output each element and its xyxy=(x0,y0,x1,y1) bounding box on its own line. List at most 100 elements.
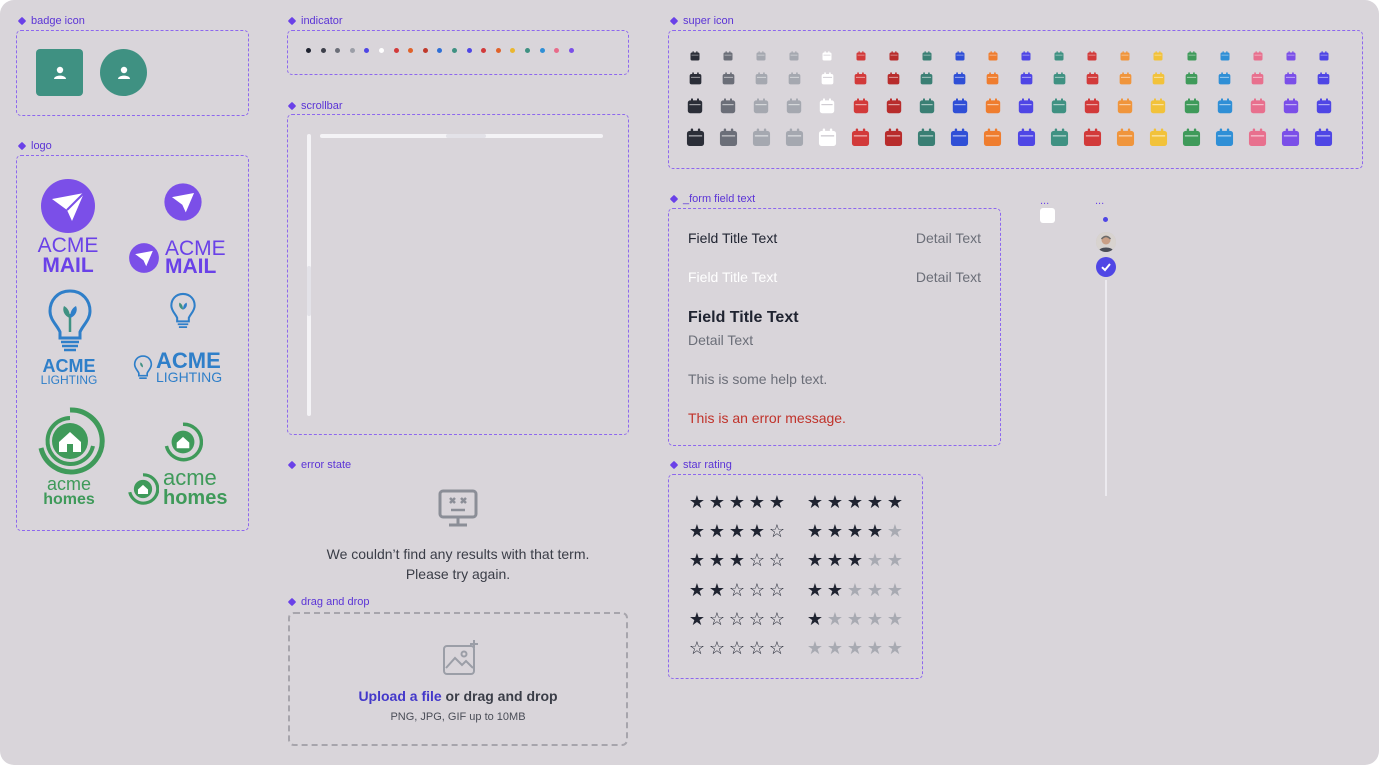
acme-homes-logo-inline-mark xyxy=(127,473,160,510)
star-filled-icon[interactable]: ★ xyxy=(688,551,706,569)
horizontal-scrollbar-thumb[interactable] xyxy=(446,134,486,138)
star-filled-icon[interactable]: ★ xyxy=(826,522,844,540)
star-outline-icon[interactable]: ☆ xyxy=(768,610,786,628)
vertical-scrollbar-track[interactable] xyxy=(307,134,311,416)
star-filled-icon[interactable]: ★ xyxy=(688,581,706,599)
vertical-scrollbar-thumb[interactable] xyxy=(307,266,311,316)
acme-mail-wordmark: ACME MAIL xyxy=(37,234,99,277)
calendar-icon xyxy=(1084,98,1100,114)
star-muted-icon[interactable]: ★ xyxy=(846,581,864,599)
star-outline-icon[interactable]: ☆ xyxy=(728,581,746,599)
badge-circle[interactable] xyxy=(100,49,147,96)
star-filled-icon[interactable]: ★ xyxy=(708,551,726,569)
star-muted-icon[interactable]: ★ xyxy=(866,610,884,628)
star-filled-icon[interactable]: ★ xyxy=(728,493,746,511)
star-filled-icon[interactable]: ★ xyxy=(806,522,824,540)
file-dropzone[interactable]: Upload a file or drag and drop PNG, JPG,… xyxy=(288,612,628,746)
star-rating-row[interactable]: ★ ★ ★ ★ ★ xyxy=(806,610,904,628)
star-filled-icon[interactable]: ★ xyxy=(688,610,706,628)
star-rating-row[interactable]: ★ ★ ★ ★ ★ xyxy=(806,522,904,540)
star-filled-icon[interactable]: ★ xyxy=(708,493,726,511)
star-outline-icon[interactable]: ☆ xyxy=(748,610,766,628)
acme-mail-logo-small xyxy=(163,182,203,222)
star-filled-icon[interactable]: ★ xyxy=(826,581,844,599)
star-filled-icon[interactable]: ★ xyxy=(846,522,864,540)
star-filled-icon[interactable]: ★ xyxy=(688,522,706,540)
star-rating-row[interactable]: ★ ★ ★ ★ ★ xyxy=(806,551,904,569)
star-filled-icon[interactable]: ★ xyxy=(748,522,766,540)
section-label-form-field-text: _form field text xyxy=(670,193,755,205)
calendar-icon xyxy=(722,72,734,85)
star-filled-icon[interactable]: ★ xyxy=(688,493,706,511)
star-filled-icon[interactable]: ★ xyxy=(806,551,824,569)
star-muted-icon[interactable]: ★ xyxy=(886,610,904,628)
avatar[interactable] xyxy=(1096,232,1116,252)
star-muted-icon[interactable]: ★ xyxy=(846,610,864,628)
star-filled-icon[interactable]: ★ xyxy=(768,493,786,511)
star-muted-icon[interactable]: ★ xyxy=(866,639,884,657)
horizontal-scrollbar-track[interactable] xyxy=(320,134,603,138)
badge-square[interactable] xyxy=(36,49,83,96)
star-filled-icon[interactable]: ★ xyxy=(866,522,884,540)
calendar-icon xyxy=(886,98,901,114)
star-outline-icon[interactable]: ☆ xyxy=(708,639,726,657)
star-outline-icon[interactable]: ☆ xyxy=(768,551,786,569)
star-muted-icon[interactable]: ★ xyxy=(826,639,844,657)
star-filled-icon[interactable]: ★ xyxy=(826,493,844,511)
star-outline-icon[interactable]: ☆ xyxy=(768,639,786,657)
star-rating-row[interactable]: ★ ★ ★ ★ ★ xyxy=(806,493,904,511)
star-outline-icon[interactable]: ☆ xyxy=(768,581,786,599)
star-muted-icon[interactable]: ★ xyxy=(866,551,884,569)
star-rating-row[interactable]: ★ ★ ★ ★ ☆ xyxy=(688,522,786,540)
star-filled-icon[interactable]: ★ xyxy=(866,493,884,511)
checkbox[interactable] xyxy=(1040,208,1055,223)
lightbulb-icon xyxy=(133,355,153,379)
star-rating-row[interactable]: ★ ★ ★ ★ ★ xyxy=(806,639,904,657)
star-rating-row[interactable]: ★ ★ ★ ★ ★ xyxy=(688,493,786,511)
star-outline-icon[interactable]: ☆ xyxy=(748,581,766,599)
star-muted-icon[interactable]: ★ xyxy=(886,551,904,569)
star-filled-icon[interactable]: ★ xyxy=(846,493,864,511)
star-muted-icon[interactable]: ★ xyxy=(886,581,904,599)
star-filled-icon[interactable]: ★ xyxy=(806,581,824,599)
component-icon xyxy=(18,17,27,26)
star-outline-icon[interactable]: ☆ xyxy=(748,551,766,569)
star-muted-icon[interactable]: ★ xyxy=(886,639,904,657)
star-outline-icon[interactable]: ☆ xyxy=(728,639,746,657)
calendar-icon xyxy=(690,51,700,61)
star-filled-icon[interactable]: ★ xyxy=(728,551,746,569)
calendar-icon xyxy=(1182,128,1201,147)
indicator-dot xyxy=(466,48,472,53)
star-outline-icon[interactable]: ☆ xyxy=(748,639,766,657)
star-muted-icon[interactable]: ★ xyxy=(886,522,904,540)
calendar-icon xyxy=(1021,51,1031,61)
star-rating-row[interactable]: ★ ★ ★ ☆ ☆ xyxy=(688,551,786,569)
star-filled-icon[interactable]: ★ xyxy=(826,551,844,569)
calendar-icon xyxy=(1018,98,1034,114)
star-filled-icon[interactable]: ★ xyxy=(708,522,726,540)
star-rating-row[interactable]: ★ ☆ ☆ ☆ ☆ xyxy=(688,610,786,628)
star-outline-icon[interactable]: ☆ xyxy=(708,610,726,628)
calendar-icon xyxy=(719,128,737,147)
star-rating-row[interactable]: ★ ★ ★ ★ ★ xyxy=(806,581,904,599)
star-filled-icon[interactable]: ★ xyxy=(886,493,904,511)
star-filled-icon[interactable]: ★ xyxy=(806,493,824,511)
calendar-icon xyxy=(1284,72,1297,85)
upload-file-link[interactable]: Upload a file xyxy=(358,688,441,704)
star-outline-icon[interactable]: ☆ xyxy=(728,610,746,628)
star-outline-icon[interactable]: ☆ xyxy=(768,522,786,540)
star-filled-icon[interactable]: ★ xyxy=(806,610,824,628)
star-muted-icon[interactable]: ★ xyxy=(866,581,884,599)
star-outline-icon[interactable]: ☆ xyxy=(688,639,706,657)
star-filled-icon[interactable]: ★ xyxy=(728,522,746,540)
star-rating-row[interactable]: ★ ★ ☆ ☆ ☆ xyxy=(688,581,786,599)
calendar-icon xyxy=(853,98,868,114)
star-muted-icon[interactable]: ★ xyxy=(846,639,864,657)
star-muted-icon[interactable]: ★ xyxy=(826,610,844,628)
star-muted-icon[interactable]: ★ xyxy=(806,639,824,657)
star-filled-icon[interactable]: ★ xyxy=(846,551,864,569)
star-rating-row[interactable]: ☆ ☆ ☆ ☆ ☆ xyxy=(688,639,786,657)
section-label-badge-icon: badge icon xyxy=(18,15,85,27)
star-filled-icon[interactable]: ★ xyxy=(748,493,766,511)
star-filled-icon[interactable]: ★ xyxy=(708,581,726,599)
